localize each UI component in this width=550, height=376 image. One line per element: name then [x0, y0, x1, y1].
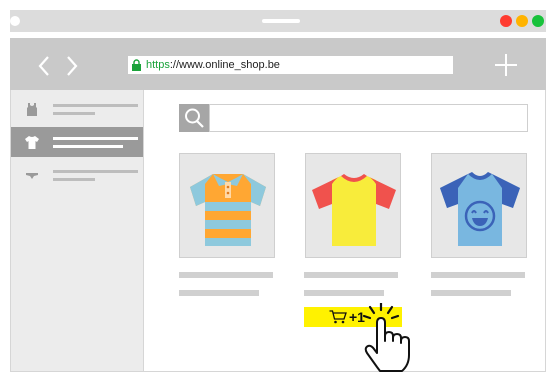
chevron-right-icon[interactable] — [67, 56, 78, 76]
minimize-window-button[interactable] — [516, 15, 528, 27]
url-host: ://www.online_shop.be — [169, 59, 280, 71]
plus-icon[interactable] — [494, 53, 518, 77]
window-menu-dot[interactable] — [10, 16, 20, 26]
search-button[interactable] — [179, 104, 210, 132]
product-card-raglan-tshirt[interactable] — [305, 153, 401, 258]
hand-pointer-icon — [362, 303, 410, 372]
close-window-button[interactable] — [500, 15, 512, 27]
window-title-placeholder — [262, 19, 300, 23]
product-name-placeholder — [431, 272, 525, 278]
search-icon — [185, 108, 204, 128]
sidebar-item-label-line — [53, 178, 95, 181]
product-price-placeholder — [179, 290, 259, 296]
product-price-placeholder — [431, 290, 511, 296]
product-price-placeholder — [304, 290, 384, 296]
striped-polo-shirt-image — [190, 174, 266, 246]
smiley-tshirt-image — [440, 172, 520, 246]
maximize-window-button[interactable] — [532, 15, 544, 27]
product-name-placeholder — [179, 272, 273, 278]
url-text[interactable]: https://www.online_shop.be — [146, 58, 280, 72]
sidebar-item-label-line — [53, 145, 123, 148]
swimwear-icon — [26, 173, 38, 179]
product-name-placeholder — [304, 272, 398, 278]
sidebar-item-tank-tops[interactable] — [11, 94, 143, 124]
product-card-smiley-tshirt[interactable] — [431, 153, 527, 258]
sidebar-item-label-line — [53, 137, 138, 140]
product-card-striped-polo[interactable] — [179, 153, 275, 258]
search-input[interactable] — [209, 104, 528, 132]
chevron-left-icon[interactable] — [38, 56, 49, 76]
tank-top-icon — [27, 103, 37, 116]
sidebar-item-label-line — [53, 170, 138, 173]
url-protocol: https — [146, 59, 170, 71]
sidebar-item-label-line — [53, 104, 138, 107]
navigation-arrows — [38, 56, 78, 76]
raglan-tshirt-image — [312, 174, 396, 246]
sidebar-item-swimwear[interactable] — [11, 160, 143, 190]
lock-icon — [132, 59, 141, 71]
sidebar-item-tshirts[interactable] — [11, 127, 143, 157]
tshirt-icon — [25, 136, 39, 149]
sidebar-item-label-line — [53, 112, 95, 115]
cart-icon — [329, 310, 347, 324]
